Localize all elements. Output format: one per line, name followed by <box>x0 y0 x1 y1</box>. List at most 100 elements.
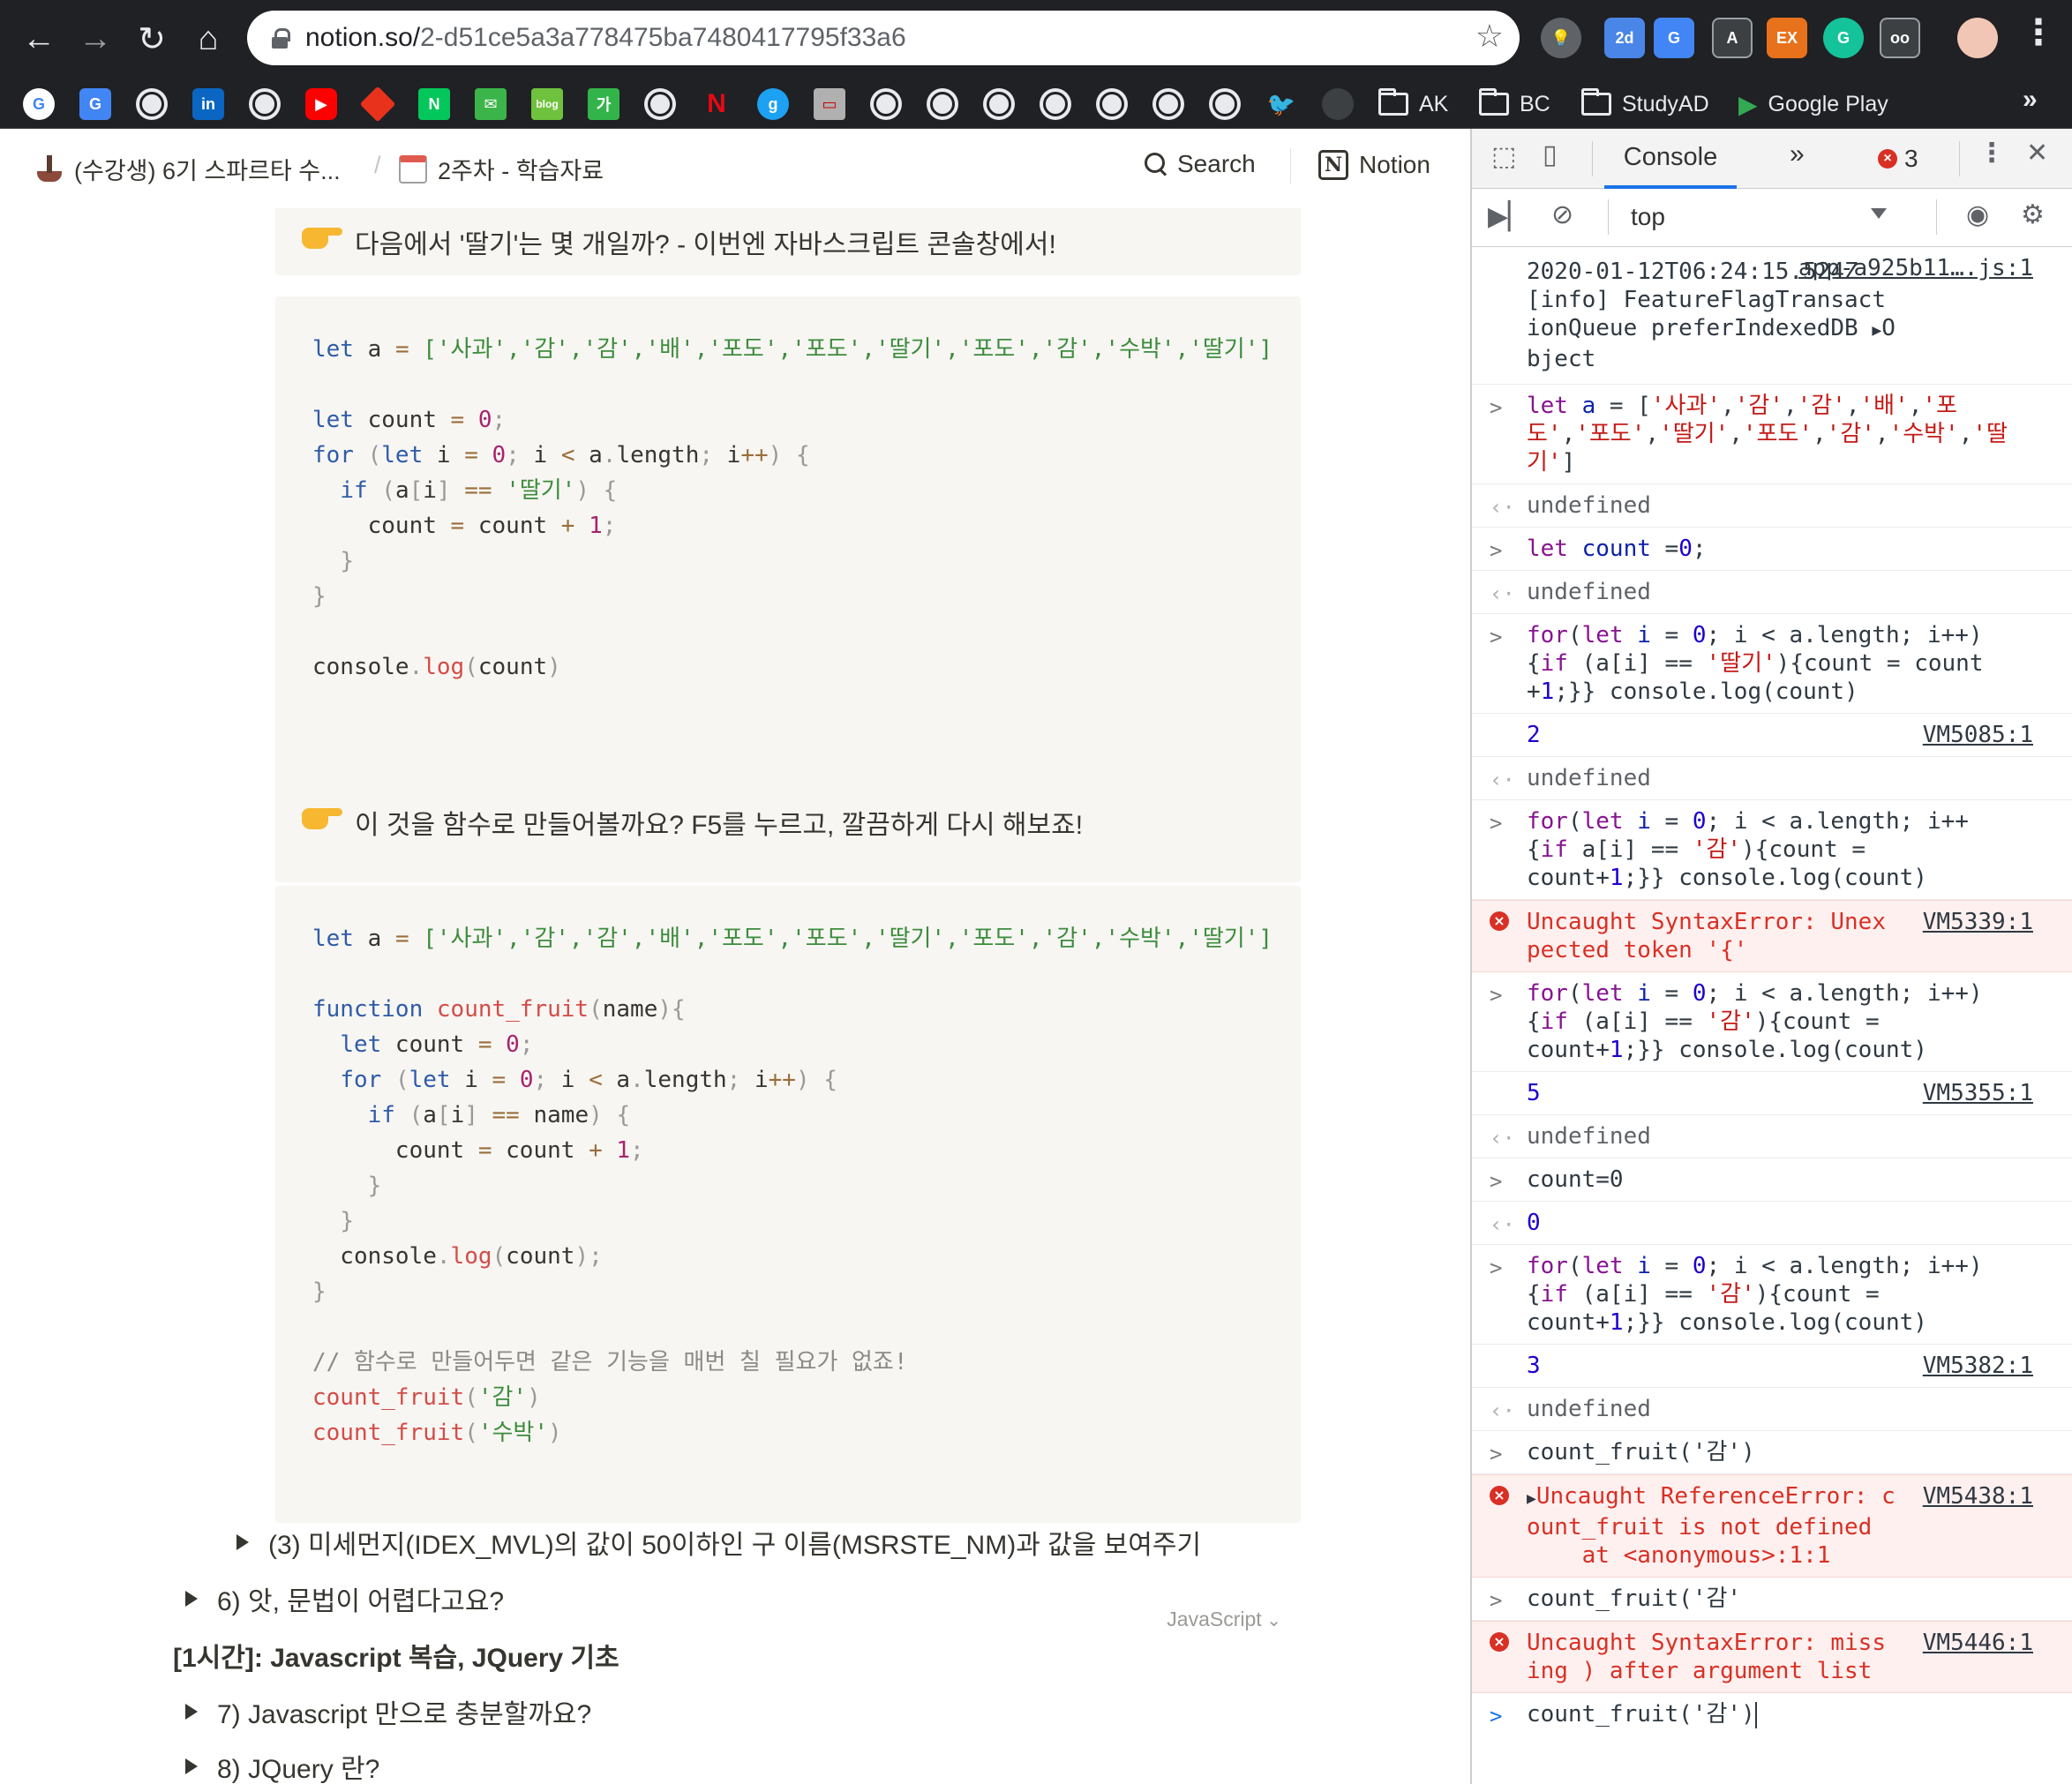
bookmark-folder-studyad[interactable]: StudyAD <box>1581 86 1709 122</box>
bookmark-google-icon[interactable]: G <box>23 88 55 120</box>
bookmark-twitter-icon[interactable]: 🐦 <box>1265 88 1297 120</box>
callout-block[interactable]: 이 것을 함수로 만들어볼까요? F5를 누르고, 깔끔하게 다시 해보죠! <box>275 769 1301 870</box>
code-language-selector[interactable]: JavaScript <box>1167 1608 1281 1631</box>
divider <box>1290 148 1291 184</box>
bookmark-star-icon[interactable]: ☆ <box>1475 18 1504 55</box>
chrome-menu-icon[interactable]: ⋮ <box>2021 12 2056 53</box>
inspect-element-icon[interactable]: ⬚ <box>1491 141 1516 172</box>
error-count-badge[interactable]: × 3 <box>1878 145 1918 173</box>
expand-triangle-icon[interactable]: ▶ <box>1527 1489 1536 1508</box>
console-result: ‹· undefined <box>1472 757 2072 800</box>
return-arrow-icon: ‹· <box>1490 1398 1515 1423</box>
back-icon[interactable]: ← <box>12 12 65 65</box>
grammarly-extension-icon[interactable]: G <box>1823 18 1864 58</box>
bookmark-folder-ak[interactable]: AK <box>1378 86 1448 122</box>
bookmark-translate-icon[interactable]: G <box>79 88 111 120</box>
ex-extension-icon[interactable]: EX <box>1767 18 1807 58</box>
device-toolbar-icon[interactable]: ▯ <box>1543 139 1558 170</box>
toggle-triangle-icon[interactable] <box>185 1704 198 1720</box>
bookmark-youtube-icon[interactable]: ▶ <box>305 88 337 120</box>
breadcrumb-workspace[interactable]: (수강생) 6기 스파르타 수... <box>35 152 341 186</box>
bookmark-linkedin-icon[interactable]: in <box>192 88 224 120</box>
toggle-block[interactable]: (3) 미세먼지(IDEX_MVL)의 값이 50이하인 구 이름(MSRSTE… <box>236 1523 1201 1562</box>
bookmark-red-gem-icon[interactable] <box>359 86 396 123</box>
breadcrumb-page[interactable]: 2주차 - 학습자료 <box>399 152 604 186</box>
bookmarks-overflow-icon[interactable]: » <box>2023 85 2038 115</box>
reload-icon[interactable]: ↻ <box>125 12 178 65</box>
close-icon[interactable]: ✕ <box>2026 138 2048 169</box>
source-link[interactable]: app-a925b11….js:1 <box>1798 254 2033 282</box>
home-icon[interactable]: ⌂ <box>182 12 235 65</box>
toggle-block[interactable]: 6) 앗, 문법이 어렵다고요? <box>185 1579 504 1618</box>
bookmark-flag-icon[interactable]: ▭ <box>814 88 845 120</box>
toggle-block[interactable]: 7) Javascript 만으로 충분할까요? <box>185 1692 591 1731</box>
return-arrow-icon: ‹· <box>1490 1212 1515 1237</box>
divider <box>1959 141 1960 176</box>
toggle-block[interactable]: 8) JQuery 란? <box>185 1747 379 1784</box>
bookmark-globe-icon[interactable] <box>249 88 281 120</box>
source-link[interactable]: VM5382:1 <box>1923 1352 2033 1380</box>
devtools-toolbar: ⬚ ▯ Console » × 3 ⋮ ✕ <box>1472 129 2072 189</box>
profile-avatar[interactable] <box>1957 18 1998 58</box>
context-selector[interactable]: top <box>1631 203 1887 235</box>
sidebar-toggle-icon[interactable]: ▶▏ <box>1488 201 1528 232</box>
bookmark-globe-icon[interactable] <box>870 88 902 120</box>
bookmark-green-icon[interactable]: ✉ <box>475 88 507 120</box>
text-extension-icon[interactable]: A <box>1712 18 1753 58</box>
console-prompt[interactable]: > count_fruit('감') <box>1472 1693 2072 1735</box>
text-cursor <box>1754 1701 1757 1728</box>
bookmark-globe-icon[interactable] <box>983 88 1015 120</box>
bookmark-google-play[interactable]: ▶ Google Play <box>1738 86 1888 122</box>
bookmark-globe-icon[interactable] <box>1152 88 1184 120</box>
source-link[interactable]: VM5355:1 <box>1923 1079 2033 1107</box>
bookmark-naver-icon[interactable]: N <box>418 88 450 120</box>
toggle-triangle-icon[interactable] <box>236 1534 249 1550</box>
code-block[interactable]: let a = ['사과','감','감','배','포도','포도','딸기'… <box>275 886 1301 1630</box>
browser-toolbar: ← → ↻ ⌂ notion.so/2-d51ce5a3a778475ba748… <box>0 0 2072 79</box>
bookmark-blog-icon[interactable]: blog <box>531 88 563 120</box>
console-input-echo: > count=0 <box>1472 1158 2072 1202</box>
return-arrow-icon: ‹· <box>1490 495 1515 520</box>
code-text: let a = ['사과','감','감','배','포도','포도','딸기'… <box>312 336 1273 680</box>
more-tabs-icon[interactable]: » <box>1790 139 1805 169</box>
source-link[interactable]: VM5085:1 <box>1923 721 2033 749</box>
bookmark-globe-icon[interactable] <box>136 88 168 120</box>
chevron-down-icon <box>1871 208 1887 219</box>
bookmark-globe-icon[interactable] <box>1040 88 1071 120</box>
translate-extension-icon[interactable]: G <box>1654 18 1694 58</box>
url-text[interactable]: notion.so/2-d51ce5a3a778475ba7480417795f… <box>305 23 906 53</box>
bookmark-g-icon[interactable]: g <box>757 88 789 120</box>
search-button[interactable]: Search <box>1144 150 1256 178</box>
bookmark-globe-icon[interactable] <box>1096 88 1128 120</box>
console-input[interactable]: count_fruit('감') <box>1527 1701 1755 1728</box>
lightbulb-extension-icon[interactable]: 💡 <box>1541 18 1581 58</box>
bookmark-globe-icon[interactable] <box>1209 88 1241 120</box>
callout-block[interactable]: 다음에서 '딸기'는 몇 개일까? - 이번엔 자바스크립트 콘솔창에서! <box>275 203 1301 275</box>
bookmark-globe-icon[interactable] <box>644 88 676 120</box>
devtools-menu-icon[interactable]: ⋮ <box>1978 138 2005 169</box>
expand-triangle-icon[interactable]: ▶ <box>1872 321 1881 340</box>
clear-console-icon[interactable]: ⊘ <box>1551 199 1573 230</box>
bookmark-netflix-icon[interactable]: N <box>701 88 732 120</box>
oo-extension-icon[interactable]: oo <box>1880 18 1920 58</box>
toggle-triangle-icon[interactable] <box>185 1758 198 1774</box>
bookmark-ga-icon[interactable]: 가 <box>588 88 619 120</box>
source-link[interactable]: VM5339:1 <box>1923 908 2033 936</box>
address-bar[interactable]: notion.so/2-d51ce5a3a778475ba7480417795f… <box>247 11 1520 65</box>
console-log: 2020-01-12T06:24:15.524Z [info] FeatureF… <box>1472 247 2072 1735</box>
toggle-triangle-icon[interactable] <box>185 1591 198 1607</box>
live-expression-eye-icon[interactable]: ◉ <box>1966 199 1989 230</box>
bookmark-github-icon[interactable] <box>1322 88 1354 120</box>
chevron-right-icon: > <box>1490 983 1503 1008</box>
source-link[interactable]: VM5438:1 <box>1923 1482 2033 1510</box>
folder-icon <box>1378 88 1408 116</box>
bookmark-folder-bc[interactable]: BC <box>1479 86 1550 122</box>
settings-gear-icon[interactable]: ⚙ <box>2021 199 2045 230</box>
calendar-extension-icon[interactable]: 2d <box>1604 18 1645 58</box>
tab-console[interactable]: Console <box>1604 129 1737 189</box>
error-icon: × <box>1878 149 1897 169</box>
source-link[interactable]: VM5446:1 <box>1923 1629 2033 1657</box>
bookmark-globe-icon[interactable] <box>927 88 958 120</box>
forward-icon[interactable]: → <box>69 12 122 65</box>
notion-button[interactable]: N Notion <box>1318 150 1430 180</box>
